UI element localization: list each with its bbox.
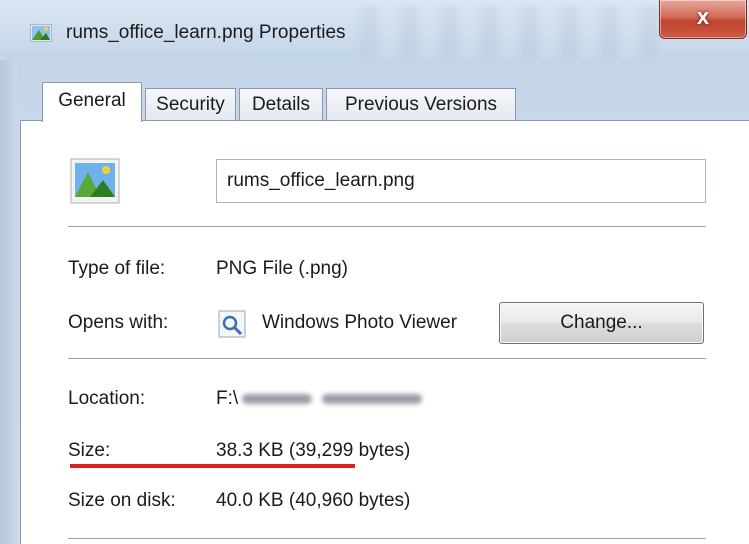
tab-strip: General Security Details Previous Versio… [20, 82, 749, 122]
type-of-file-value: PNG File (.png) [216, 258, 348, 279]
opens-with-value: Windows Photo Viewer [262, 312, 458, 333]
image-file-icon [70, 158, 120, 204]
redacted-path [242, 393, 313, 404]
type-of-file-label: Type of file: [68, 258, 166, 279]
tab-details[interactable]: Details [239, 88, 323, 120]
redacted-path [322, 393, 423, 404]
separator [68, 226, 706, 228]
tab-security[interactable]: Security [145, 88, 236, 120]
size-label: Size: [68, 440, 111, 461]
window-title: rums_office_learn.png Properties [66, 22, 346, 43]
file-name-field[interactable] [216, 159, 706, 203]
size-on-disk-label: Size on disk: [68, 490, 176, 511]
tab-general[interactable]: General [42, 82, 142, 122]
properties-dialog: rums_office_learn.png Properties x Gener… [0, 0, 749, 544]
opens-with-label: Opens with: [68, 312, 169, 333]
photo-viewer-icon [218, 310, 246, 338]
size-on-disk-value: 40.0 KB (40,960 bytes) [216, 490, 411, 511]
size-value: 38.3 KB (39,299 bytes) [216, 440, 411, 461]
close-button[interactable]: x [659, 0, 747, 39]
tab-previous-versions[interactable]: Previous Versions [326, 88, 516, 120]
red-underline-annotation [70, 464, 355, 468]
separator [68, 538, 706, 540]
aero-glass-background [360, 6, 660, 58]
separator [68, 358, 706, 360]
close-icon: x [696, 4, 710, 29]
location-value: F:\ [216, 388, 423, 410]
image-file-icon [30, 24, 52, 42]
window-frame-left [0, 60, 18, 544]
location-label: Location: [68, 388, 146, 409]
change-button[interactable]: Change... [499, 302, 704, 344]
